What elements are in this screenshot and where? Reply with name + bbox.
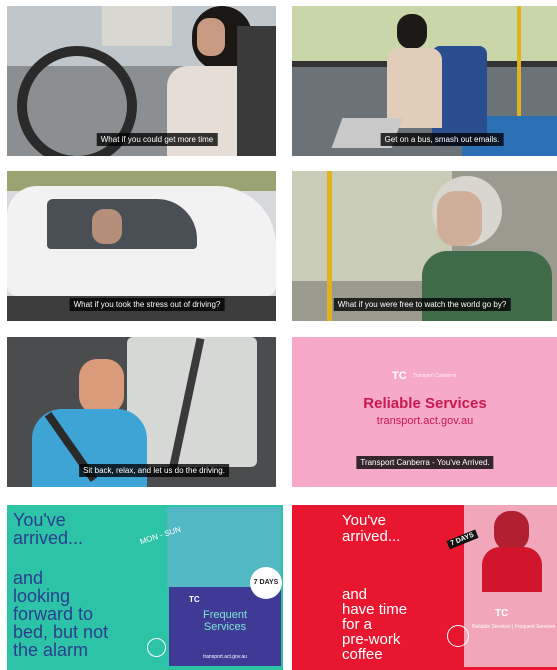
transport-canberra-logo: TC Transport Canberra [392, 370, 456, 382]
poster-reliable-services: You've arrived... and have time for a pr… [292, 505, 557, 670]
person-hair [494, 511, 529, 551]
subtitle: Get on a bus, smash out emails. [380, 133, 504, 146]
clock-icon [147, 638, 166, 657]
building [102, 6, 172, 46]
heading-line-2: arrived... [342, 528, 401, 545]
body-line-3: for a [342, 616, 373, 633]
body-line-1: and [342, 586, 368, 603]
driver-face [79, 359, 124, 414]
logo-mark: TC [392, 370, 407, 382]
person-face [437, 191, 482, 246]
video-still-bus-driver: Sit back, relax, and let us do the drivi… [7, 337, 276, 487]
driver [92, 209, 122, 244]
body-line-4: pre-work [342, 631, 401, 648]
panel-title: Frequent Services [169, 609, 281, 633]
logo-text: Transport Canberra [412, 373, 457, 380]
subtitle: What if you took the stress out of drivi… [69, 298, 225, 311]
body-line-5: the alarm [13, 640, 89, 660]
heading-line-1: You've [342, 512, 387, 529]
services-line: Reliable Services | Frequent Services [472, 624, 556, 630]
body-line-5: coffee [342, 646, 383, 663]
body-line-1: and [13, 568, 44, 588]
subtitle: What if you could get more time [96, 133, 218, 146]
body-line-2: have time [342, 601, 408, 618]
coffee-cup-icon [447, 625, 469, 647]
video-still-window-view: What if you were free to watch the world… [292, 171, 557, 321]
panel-title-line-2: Services [203, 621, 247, 633]
seat [237, 26, 276, 156]
poster-frequent-services: MON - SUN You've arrived... and looking … [7, 505, 283, 670]
subtitle: Transport Canberra - You've Arrived. [356, 456, 494, 469]
video-still-car: What if you took the stress out of drivi… [7, 171, 276, 321]
website-url: transport.act.gov.au [376, 415, 474, 427]
body-line-2: looking [13, 586, 71, 606]
video-still-bus-laptop: Get on a bus, smash out emails. [292, 6, 557, 156]
subtitle: What if you were free to watch the world… [333, 298, 511, 311]
heading-line-1: You've [13, 510, 66, 530]
subtitle: Sit back, relax, and let us do the drivi… [79, 464, 229, 477]
end-card-reliable-services: TC Transport Canberra Reliable Services t… [292, 337, 557, 487]
person-top [387, 48, 442, 128]
body-line-3: forward to [13, 604, 94, 624]
car-window [47, 199, 197, 249]
person-photo [464, 505, 557, 667]
person-top [482, 547, 542, 592]
seven-days-badge: 7 DAYS [250, 567, 282, 599]
yellow-pole [327, 171, 332, 321]
heading-line-2: arrived... [13, 528, 84, 548]
panel-url: transport.act.gov.au [203, 654, 247, 660]
video-still-driving: What if you could get more time [7, 6, 276, 156]
body-line-4: bed, but not [13, 622, 109, 642]
logo-mark: TC [495, 608, 509, 619]
person-hair [397, 14, 427, 49]
logo-mark: TC [189, 595, 200, 604]
headline: Reliable Services [363, 395, 487, 412]
person-face [197, 18, 225, 56]
panel-title-line-1: Frequent [202, 609, 248, 621]
